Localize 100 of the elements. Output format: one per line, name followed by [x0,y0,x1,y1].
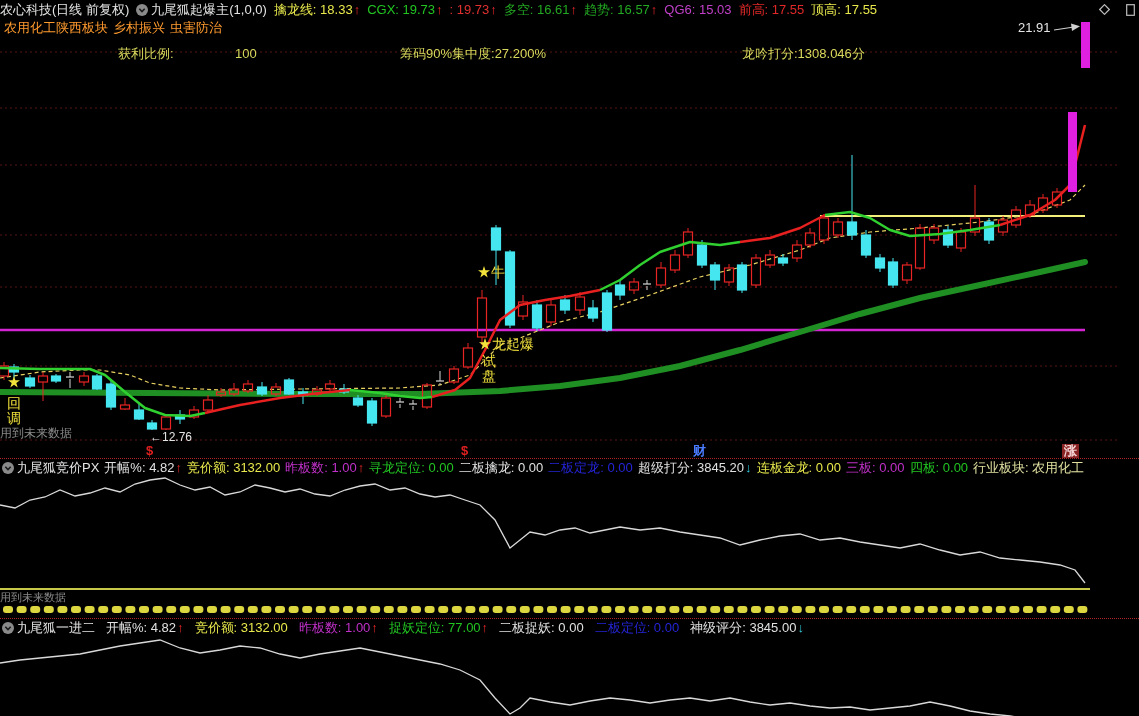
chart-marker: 涨 [1062,444,1079,458]
trend-arrow: ↑ [650,0,658,19]
marker-icon [778,606,789,613]
indicator-value: 开幅%: 4.82 [106,618,177,637]
marker-icon [560,606,571,613]
marker-icon [84,606,95,613]
marker-icon [859,606,870,613]
marker-icon [574,606,585,613]
marker-icon [723,606,734,613]
marker-icon [166,606,177,613]
candlestick [860,229,872,259]
diamond-icon[interactable] [1099,4,1110,15]
marker-icon [1077,606,1088,613]
marker-icon [98,606,109,613]
indicator-value: 多空: 16.61 [503,0,570,19]
notice-text: 用到未来数据 [0,427,72,440]
trend-arrow: ↑ [177,618,184,637]
marker-icon [43,606,54,613]
candlestick [682,227,694,259]
sector-tag: 乡村振兴 [113,19,165,37]
indicator-value: 竞价额: 3132.00 [194,618,288,637]
marker-icon [3,606,13,613]
panel-title[interactable]: 九尾狐一进二 [17,618,95,637]
leader-arrow [1054,23,1080,33]
candlestick [791,239,803,263]
marker-icon [506,606,517,613]
indicator-value: 擒龙线: 18.33 [273,0,353,19]
candlestick [777,253,789,267]
chevron-down-icon[interactable] [2,461,14,474]
candlestick [174,409,186,425]
indicator-value: 捉妖定位: 77.00 [388,618,481,637]
sector-tag: 农用化工陕西板块 [4,19,108,37]
indicator-value: 四板: 0.00 [909,458,969,477]
candlestick [750,253,762,289]
stock-title: 农心科技(日线 前复权) [0,0,130,19]
square-icon[interactable] [1126,3,1135,16]
candlestick [804,227,816,249]
indicator-value: 昨板数: 1.00 [285,458,357,477]
marker-icon [275,606,285,613]
panel-title[interactable]: 九尾狐竞价PX [17,458,100,477]
marker-icon [234,606,245,613]
candlestick [1051,187,1063,209]
marker-icon [941,606,952,613]
marker-icon [846,606,857,613]
candlestick [559,294,571,315]
indicator-name[interactable]: 九尾狐起爆主(1,0,0) [151,0,267,19]
marker-icon [982,606,993,613]
marker-icon [805,606,816,613]
signal-label: 回调 [7,396,21,426]
indicator-value: 昨板数: 1.00 [298,618,371,637]
candlestick [395,397,405,409]
trend-arrow: ↑ [353,0,361,19]
marker-icon [383,606,394,613]
indicator-value: 竞价额: 3132.00 [186,458,281,477]
marker-icon [111,606,122,613]
trend-arrow: ↑ [436,0,443,19]
candlestick [228,382,240,397]
marker-icon [315,606,326,613]
chevron-down-icon[interactable] [136,3,149,16]
candlestick [628,277,640,295]
indicator-value: 三板: 0.00 [846,458,905,477]
marker-icon [533,606,544,613]
candlestick [476,289,488,346]
marker-icon [710,606,721,613]
marker-icon [71,606,81,613]
indicator-value: 行业板块: 农用化工 [973,458,1085,477]
candlestick [242,379,254,394]
candlestick [462,342,474,370]
marker-icon [220,606,231,613]
indicator-value: 超级打分: 3845.20 [637,458,744,477]
candlestick [669,249,681,274]
candlestick [655,261,667,289]
candlestick [448,365,460,385]
chart-marker: $ [146,444,154,458]
indicator-value: : 19.73 [449,0,490,19]
trend-arrow: ↑ [490,0,497,19]
marker-icon [247,606,258,613]
marker-icon [261,606,272,613]
candlestick [587,299,599,323]
candlestick [105,379,117,411]
candlestick [338,383,350,395]
candlestick [160,414,172,431]
chevron-down-icon[interactable] [2,621,14,634]
indicator-value: 前高: 17.55 [738,0,805,19]
candlestick [78,371,90,387]
indicator-value: 连板金龙: 0.00 [756,458,842,477]
marker-icon [1036,606,1047,613]
indicator-value: 趋势: 16.57 [584,0,650,19]
signal-label: 牛 [491,263,505,281]
stat-label: 获利比例: [118,46,174,61]
indicator-value: 二板定龙: 0.00 [548,458,633,477]
stat-value: 100 [235,46,257,61]
candlestick [366,397,378,427]
marker-icon [1063,606,1074,613]
marker-icon [927,606,938,613]
candlestick [1010,205,1022,229]
marker-icon [642,606,653,613]
marker-icon [955,606,965,613]
candlestick [832,217,844,239]
marker-icon [696,606,707,613]
